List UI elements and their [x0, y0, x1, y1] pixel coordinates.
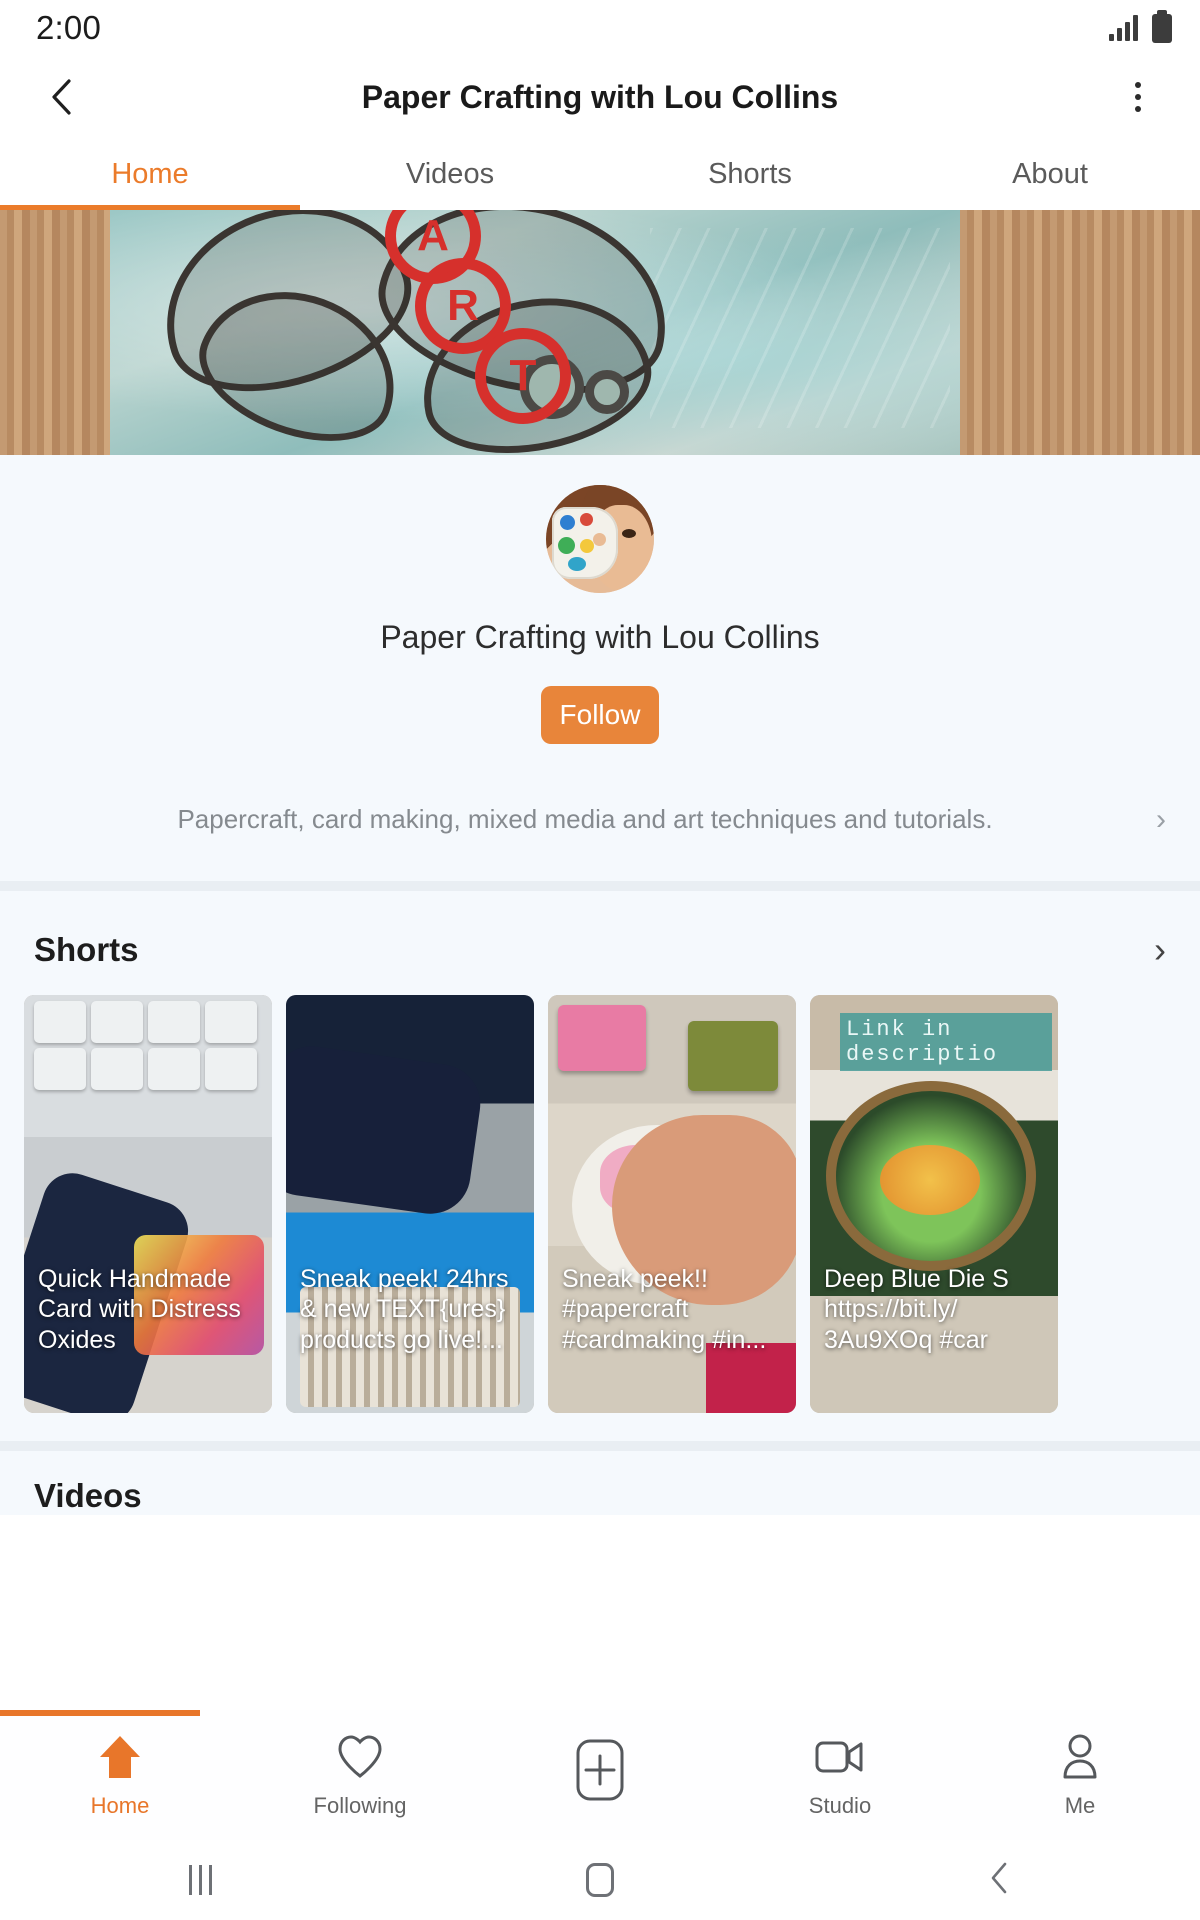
short-card[interactable]: Sneak peek!! #papercraft #cardmaking #in…: [548, 995, 796, 1413]
cog-shape: [585, 370, 629, 414]
sun-shape: [880, 1145, 980, 1215]
shorts-section: Shorts › Quick Handmade Card with Distre…: [0, 891, 1200, 1441]
short-card[interactable]: Link in descriptio Deep Blue Die S https…: [810, 995, 1058, 1413]
paint-blob: [580, 539, 594, 553]
tab-videos[interactable]: Videos: [300, 138, 600, 210]
more-vertical-icon: [1135, 106, 1141, 112]
short-card[interactable]: Sneak peek! 24hrs & new TEXT{ures} produ…: [286, 995, 534, 1413]
overflow-menu-button[interactable]: [1110, 69, 1166, 125]
banner-wood-left: [0, 210, 120, 455]
short-overlay-text: Link in descriptio: [840, 1013, 1052, 1071]
bottom-nav-following[interactable]: Following: [240, 1731, 480, 1819]
videos-section-title: Videos: [34, 1477, 142, 1514]
status-bar: 2:00: [0, 0, 1200, 56]
system-recents-button[interactable]: [0, 1865, 400, 1895]
shorts-header: Shorts ›: [0, 931, 1200, 995]
bottom-nav-me[interactable]: Me: [960, 1731, 1200, 1819]
bottom-nav-studio-label: Studio: [808, 1793, 872, 1818]
tab-shorts[interactable]: Shorts: [600, 138, 900, 210]
bottom-navigation-bar: Home Following Studio Me: [0, 1710, 1200, 1840]
app-bar: Paper Crafting with Lou Collins: [0, 56, 1200, 138]
section-divider: [0, 1441, 1200, 1451]
bottom-nav-create[interactable]: [480, 1739, 720, 1806]
more-vertical-icon: [1135, 82, 1141, 88]
shorts-carousel[interactable]: Quick Handmade Card with Distress Oxides…: [0, 995, 1200, 1413]
green-ink-pad: [688, 1021, 778, 1091]
follow-button[interactable]: Follow: [541, 686, 659, 744]
videos-section: Videos: [0, 1451, 1200, 1515]
bottom-nav-me-label: Me: [1064, 1793, 1096, 1818]
more-vertical-icon: [1135, 94, 1141, 100]
back-chevron-icon: [988, 1861, 1012, 1900]
short-caption: Sneak peek! 24hrs & new TEXT{ures} produ…: [300, 1264, 509, 1354]
profile-description-row[interactable]: Papercraft, card making, mixed media and…: [0, 804, 1200, 881]
short-card[interactable]: Quick Handmade Card with Distress Oxides: [24, 995, 272, 1413]
short-caption: Quick Handmade Card with Distress Oxides: [38, 1264, 241, 1354]
bottom-nav-home[interactable]: Home: [0, 1731, 240, 1819]
avatar[interactable]: [546, 485, 654, 593]
paint-blob: [558, 537, 575, 554]
chevron-right-icon[interactable]: ›: [1156, 804, 1166, 835]
profile-name: Paper Crafting with Lou Collins: [380, 619, 820, 655]
banner-artwork: A R T: [130, 210, 750, 455]
pink-ink-pad: [558, 1005, 646, 1071]
recents-icon: [188, 1865, 212, 1895]
ink-pad-group: [34, 1001, 268, 1090]
chevron-left-icon: [52, 79, 71, 115]
page-title: Paper Crafting with Lou Collins: [361, 78, 839, 115]
tab-home[interactable]: Home: [0, 138, 300, 210]
home-icon: [98, 1731, 142, 1783]
bottom-nav-studio[interactable]: Studio: [720, 1731, 960, 1819]
scroll-progress-indicator: [0, 1710, 200, 1716]
person-icon: [1057, 1731, 1103, 1783]
bottom-nav-home-label: Home: [90, 1793, 150, 1818]
short-caption: Sneak peek!! #papercraft #cardmaking #in…: [562, 1264, 767, 1354]
banner-wood-right: [960, 210, 1200, 455]
heart-icon: [336, 1731, 384, 1783]
paint-blob: [568, 557, 586, 571]
status-icons: [1109, 9, 1172, 43]
video-camera-icon: [814, 1731, 866, 1783]
section-divider: [0, 881, 1200, 891]
status-time: 2:00: [36, 9, 102, 46]
home-square-icon: [586, 1863, 614, 1897]
bottom-nav-following-label: Following: [313, 1793, 407, 1818]
battery-full-icon: [1152, 9, 1172, 43]
shorts-section-title: Shorts: [34, 931, 139, 968]
system-home-button[interactable]: [400, 1863, 800, 1897]
system-back-button[interactable]: [800, 1861, 1200, 1900]
profile-description: Papercraft, card making, mixed media and…: [177, 804, 993, 834]
signal-bars-icon: [1109, 15, 1138, 41]
paint-blob: [560, 515, 575, 530]
profile-tabs: Home Videos Shorts About: [0, 138, 1200, 210]
channel-banner-image: A R T: [0, 210, 1200, 455]
arm-sleeve: [286, 1041, 486, 1219]
paint-blob: [580, 513, 593, 526]
back-button[interactable]: [34, 69, 90, 125]
short-caption: Deep Blue Die S https://bit.ly/ 3Au9XOq …: [824, 1264, 1009, 1354]
profile-section: Paper Crafting with Lou Collins Follow P…: [0, 455, 1200, 881]
system-navigation-bar: [0, 1840, 1200, 1920]
shorts-see-all-chevron-right-icon[interactable]: ›: [1154, 932, 1166, 968]
letter-t-ring: T: [475, 328, 571, 424]
plus-box-icon: [574, 1739, 626, 1801]
tab-about[interactable]: About: [900, 138, 1200, 210]
avatar-eye: [622, 529, 636, 538]
